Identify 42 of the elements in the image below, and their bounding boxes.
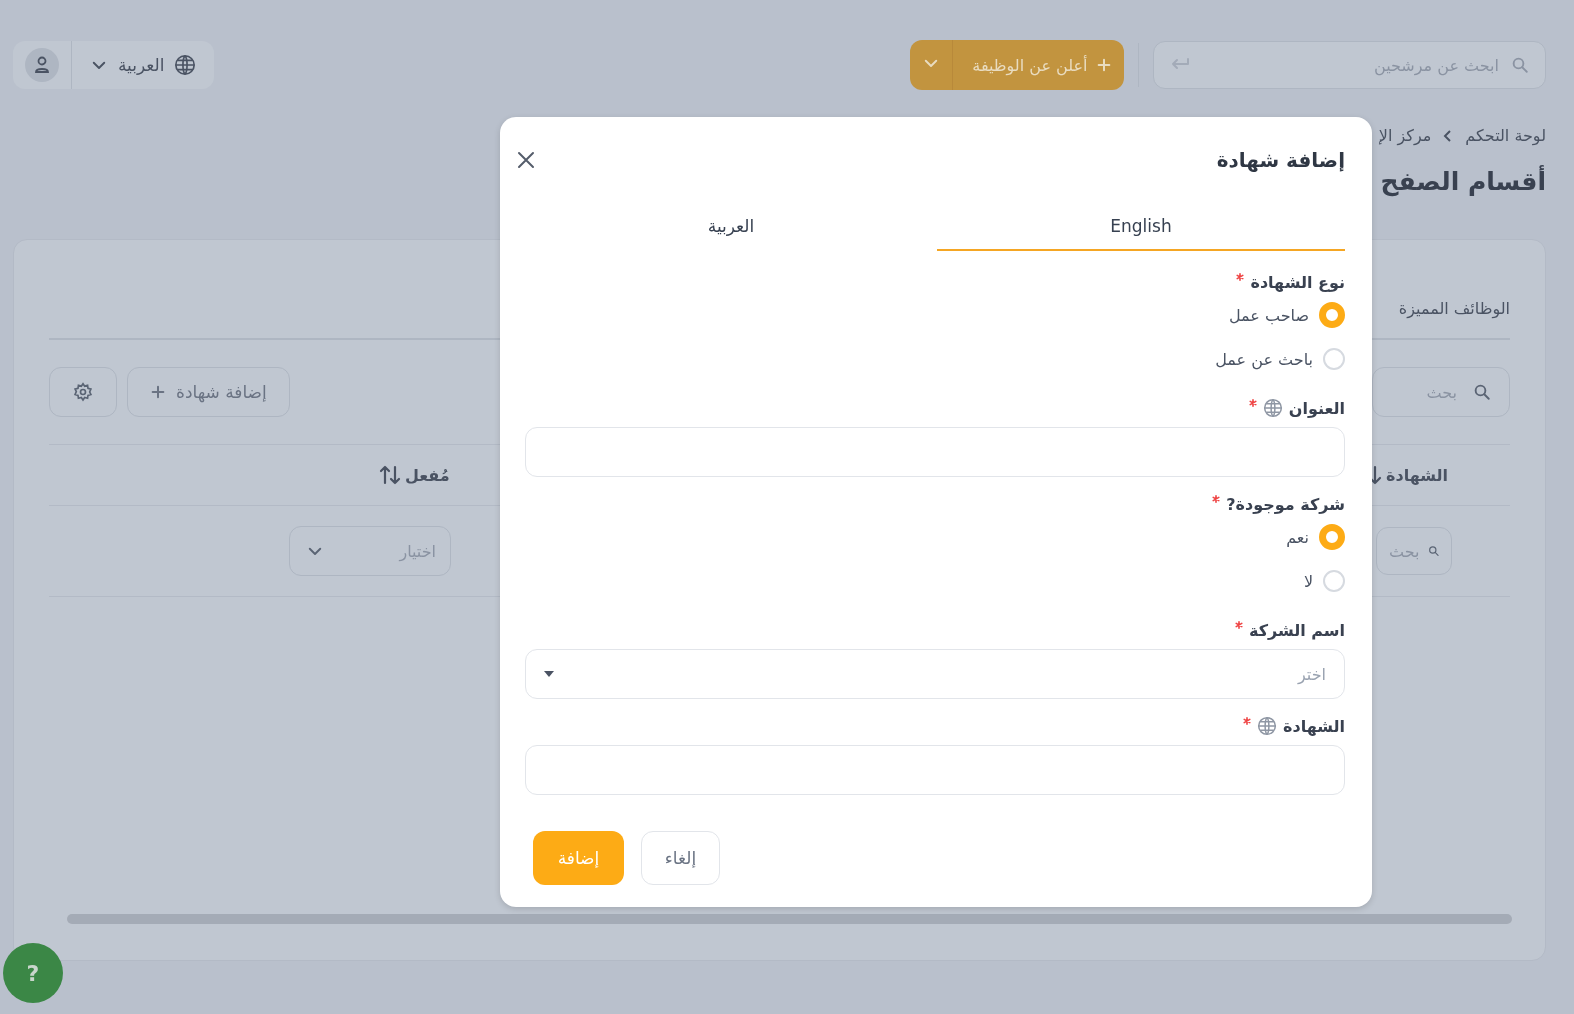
field-label: اسم الشركة (1248, 620, 1345, 640)
globe-icon (174, 54, 197, 76)
help-button[interactable]: ? (3, 943, 63, 1003)
field-label: العنوان (1288, 398, 1345, 418)
close-icon (517, 151, 535, 169)
radio-option[interactable]: نعم (1286, 515, 1345, 559)
language-tab[interactable]: العربية (525, 203, 937, 251)
breadcrumb-link[interactable]: لوحة التحكم (1465, 126, 1546, 145)
avatar-icon[interactable] (25, 48, 59, 82)
chevron-left-icon (1443, 129, 1454, 142)
search-icon (1473, 383, 1491, 401)
dialog-title: إضافة شهادة (1216, 148, 1345, 172)
field-label: الشهادة (1283, 716, 1345, 736)
field-label: نوع الشهادة (1250, 272, 1345, 292)
text-field[interactable] (525, 745, 1345, 795)
settings-button[interactable] (49, 367, 117, 417)
page-title: أقسام الصفح (1380, 165, 1546, 199)
plus-icon (150, 384, 166, 400)
scrollbar[interactable] (67, 914, 1512, 924)
settings-icon (73, 382, 93, 402)
column-header[interactable]: الشهادة (1386, 465, 1448, 485)
add-certificate-button[interactable]: إضافة شهادة (127, 367, 290, 417)
text-field[interactable] (525, 427, 1345, 477)
sort-icon[interactable] (379, 465, 401, 485)
section-tab[interactable]: الوظائف المميزة (1398, 299, 1510, 318)
cancel-button[interactable]: إلغاء (641, 831, 720, 885)
radio-option[interactable]: صاحب عمل (1228, 293, 1345, 337)
caret-down-icon (544, 671, 554, 677)
radio-option[interactable]: باحث عن عمل (1215, 337, 1345, 381)
radio-button[interactable] (1319, 524, 1345, 550)
radio-button[interactable] (1319, 302, 1345, 328)
plus-icon (1095, 57, 1112, 73)
company-dropdown[interactable]: اختر (525, 649, 1345, 699)
field-label: شركة موجودة? (1226, 494, 1345, 514)
radio-button[interactable] (1323, 348, 1345, 370)
close-button[interactable] (517, 151, 535, 169)
column-header[interactable]: مُفعل (405, 465, 450, 485)
breadcrumb-link[interactable]: مركز الإ (1378, 126, 1432, 145)
language-tab[interactable]: English (937, 203, 1345, 251)
radio-option[interactable]: لا (1303, 559, 1345, 603)
search-icon (1511, 56, 1529, 74)
radio-button[interactable] (1323, 570, 1345, 592)
